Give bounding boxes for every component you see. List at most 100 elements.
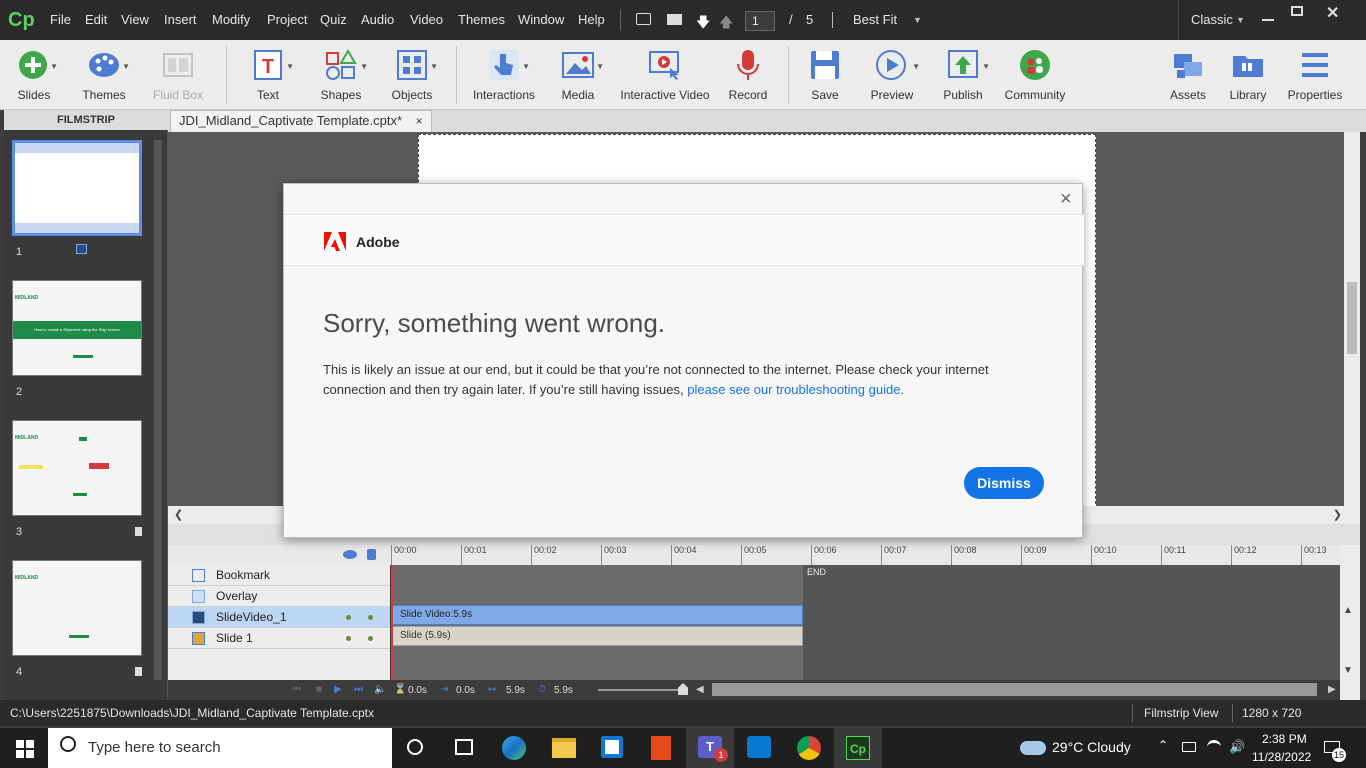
preview-button[interactable]: ▼ Preview bbox=[862, 44, 922, 106]
layer-bookmark[interactable]: Bookmark bbox=[168, 565, 390, 586]
taskbar-search-box[interactable]: Type here to search bbox=[48, 728, 392, 768]
scroll-right-icon[interactable]: ▶ bbox=[1328, 684, 1336, 695]
office-icon[interactable] bbox=[651, 736, 671, 760]
slide-thumbnail-3[interactable]: MIDLAND bbox=[12, 420, 142, 516]
workspace-select[interactable]: Classic bbox=[1191, 12, 1233, 27]
stage-vertical-scrollbar[interactable] bbox=[1344, 132, 1360, 506]
filmstrip-scrollbar[interactable] bbox=[154, 140, 162, 680]
lock-dot[interactable] bbox=[368, 615, 373, 620]
visibility-dot[interactable] bbox=[346, 615, 351, 620]
menu-project[interactable]: Project bbox=[267, 12, 307, 27]
chrome-icon[interactable] bbox=[797, 736, 821, 760]
menu-video[interactable]: Video bbox=[410, 12, 443, 27]
edge-icon[interactable] bbox=[502, 736, 526, 760]
slides-button[interactable]: ▼ Slides bbox=[6, 44, 62, 106]
wifi-icon[interactable] bbox=[1207, 740, 1221, 754]
weather-text[interactable]: 29°C Cloudy bbox=[1052, 739, 1131, 755]
dismiss-button[interactable]: Dismiss bbox=[964, 467, 1044, 499]
windows-start-icon[interactable] bbox=[16, 740, 34, 758]
visibility-dot[interactable] bbox=[346, 636, 351, 641]
interactions-button[interactable]: ▼ Interactions bbox=[470, 44, 538, 106]
chevron-down-icon[interactable]: ▼ bbox=[1236, 15, 1245, 25]
layer-overlay[interactable]: Overlay bbox=[168, 586, 390, 607]
maximize-icon[interactable] bbox=[1291, 6, 1303, 16]
publish-button[interactable]: ▼ Publish bbox=[934, 44, 992, 106]
record-button[interactable]: Record bbox=[724, 44, 772, 106]
menu-help[interactable]: Help bbox=[578, 12, 605, 27]
arrow-down-icon[interactable]: 🡇 bbox=[696, 12, 710, 36]
playhead[interactable] bbox=[391, 565, 393, 680]
menu-themes[interactable]: Themes bbox=[458, 12, 505, 27]
close-window-icon[interactable]: ✕ bbox=[1326, 3, 1339, 23]
scroll-down-icon[interactable]: ▼ bbox=[1343, 665, 1353, 676]
objects-button[interactable]: ▼ Objects bbox=[384, 44, 440, 106]
menu-modify[interactable]: Modify bbox=[212, 12, 250, 27]
comment-icon[interactable] bbox=[636, 13, 651, 25]
clock-date[interactable]: 11/28/2022 bbox=[1252, 750, 1311, 764]
layer-slide[interactable]: Slide 1 bbox=[168, 628, 390, 649]
stop-icon[interactable]: ■ bbox=[316, 684, 322, 695]
scroll-up-icon[interactable]: ▲ bbox=[1343, 605, 1353, 616]
play-icon[interactable]: ▶ bbox=[334, 684, 342, 695]
task-view-icon[interactable] bbox=[455, 739, 473, 755]
scroll-left-icon[interactable]: ❮ bbox=[174, 508, 183, 521]
battery-icon[interactable] bbox=[1182, 742, 1196, 752]
captivate-taskbar-button[interactable]: Cp bbox=[834, 728, 882, 768]
menu-quiz[interactable]: Quiz bbox=[320, 12, 347, 27]
interactive-video-button[interactable]: Interactive Video bbox=[618, 44, 712, 106]
forward-icon[interactable]: ⏭ bbox=[354, 684, 363, 695]
minimize-icon[interactable] bbox=[1262, 19, 1274, 21]
scrollbar-thumb[interactable] bbox=[1347, 282, 1357, 354]
troubleshooting-link[interactable]: please see our troubleshooting guide. bbox=[687, 382, 904, 397]
volume-icon[interactable]: 🔊 bbox=[1229, 739, 1245, 755]
volume-icon[interactable]: 🔈 bbox=[374, 684, 386, 695]
zoom-select[interactable]: Best Fit bbox=[853, 12, 897, 27]
chevron-up-icon[interactable]: ⌃ bbox=[1158, 738, 1168, 752]
slide-thumbnail-2[interactable]: MIDLAND How to create a Shipment using t… bbox=[12, 280, 142, 376]
menu-view[interactable]: View bbox=[121, 12, 149, 27]
chevron-down-icon[interactable]: ▼ bbox=[913, 15, 922, 25]
zoom-slider-track[interactable] bbox=[598, 689, 688, 691]
fluid-box-button[interactable]: Fluid Box bbox=[148, 44, 208, 106]
mail-icon[interactable] bbox=[667, 14, 682, 25]
menu-file[interactable]: File bbox=[50, 12, 71, 27]
save-button[interactable]: Save bbox=[800, 44, 850, 106]
document-tab[interactable]: JDI_Midland_Captivate Template.cptx* × bbox=[170, 110, 432, 132]
scroll-right-icon[interactable]: ❯ bbox=[1333, 508, 1342, 521]
file-explorer-icon[interactable] bbox=[552, 738, 576, 758]
dialog-close-icon[interactable]: × bbox=[1060, 188, 1072, 211]
clock-time[interactable]: 2:38 PM bbox=[1262, 732, 1307, 746]
library-button[interactable]: Library bbox=[1222, 44, 1274, 106]
scroll-left-icon[interactable]: ◀ bbox=[696, 684, 704, 695]
slide-thumbnail-1[interactable] bbox=[12, 140, 142, 236]
shapes-button[interactable]: ▼ Shapes bbox=[312, 44, 370, 106]
themes-button[interactable]: ▼ Themes bbox=[76, 44, 132, 106]
properties-button[interactable]: Properties bbox=[1284, 44, 1346, 106]
cortana-icon[interactable] bbox=[407, 739, 423, 755]
arrow-up-icon[interactable]: 🡅 bbox=[719, 12, 733, 36]
eye-icon[interactable] bbox=[343, 550, 357, 559]
assets-button[interactable]: Assets bbox=[1164, 44, 1212, 106]
tab-close-icon[interactable]: × bbox=[416, 114, 423, 128]
slide-video-bar[interactable]: Slide Video:5.9s bbox=[391, 605, 803, 625]
menu-audio[interactable]: Audio bbox=[361, 12, 394, 27]
lock-dot[interactable] bbox=[368, 636, 373, 641]
zoom-slider-thumb[interactable] bbox=[678, 683, 688, 695]
media-button[interactable]: ▼ Media bbox=[550, 44, 606, 106]
text-button[interactable]: T ▼ Text bbox=[240, 44, 296, 106]
timeline-h-scrollbar[interactable] bbox=[712, 683, 1317, 696]
lock-icon[interactable] bbox=[367, 549, 376, 560]
outlook-icon[interactable] bbox=[747, 736, 771, 758]
teams-taskbar-button[interactable]: T 1 bbox=[686, 728, 734, 768]
layer-slidevideo[interactable]: SlideVideo_1 bbox=[168, 607, 390, 628]
store-icon[interactable] bbox=[601, 736, 623, 758]
menu-insert[interactable]: Insert bbox=[164, 12, 197, 27]
timeline-ruler[interactable]: 00:00 00:01 00:02 00:03 00:04 00:05 00:06 00:07… bbox=[391, 545, 1360, 565]
rewind-icon[interactable]: ⏮ bbox=[292, 684, 301, 695]
menu-window[interactable]: Window bbox=[518, 12, 564, 27]
slide-thumbnail-4[interactable]: MIDLAND bbox=[12, 560, 142, 656]
timeline-v-scrollbar[interactable]: ▲ ▼ bbox=[1340, 545, 1360, 700]
slide-bar[interactable]: Slide (5.9s) bbox=[391, 626, 803, 646]
menu-edit[interactable]: Edit bbox=[85, 12, 107, 27]
community-button[interactable]: Community bbox=[1004, 44, 1066, 106]
